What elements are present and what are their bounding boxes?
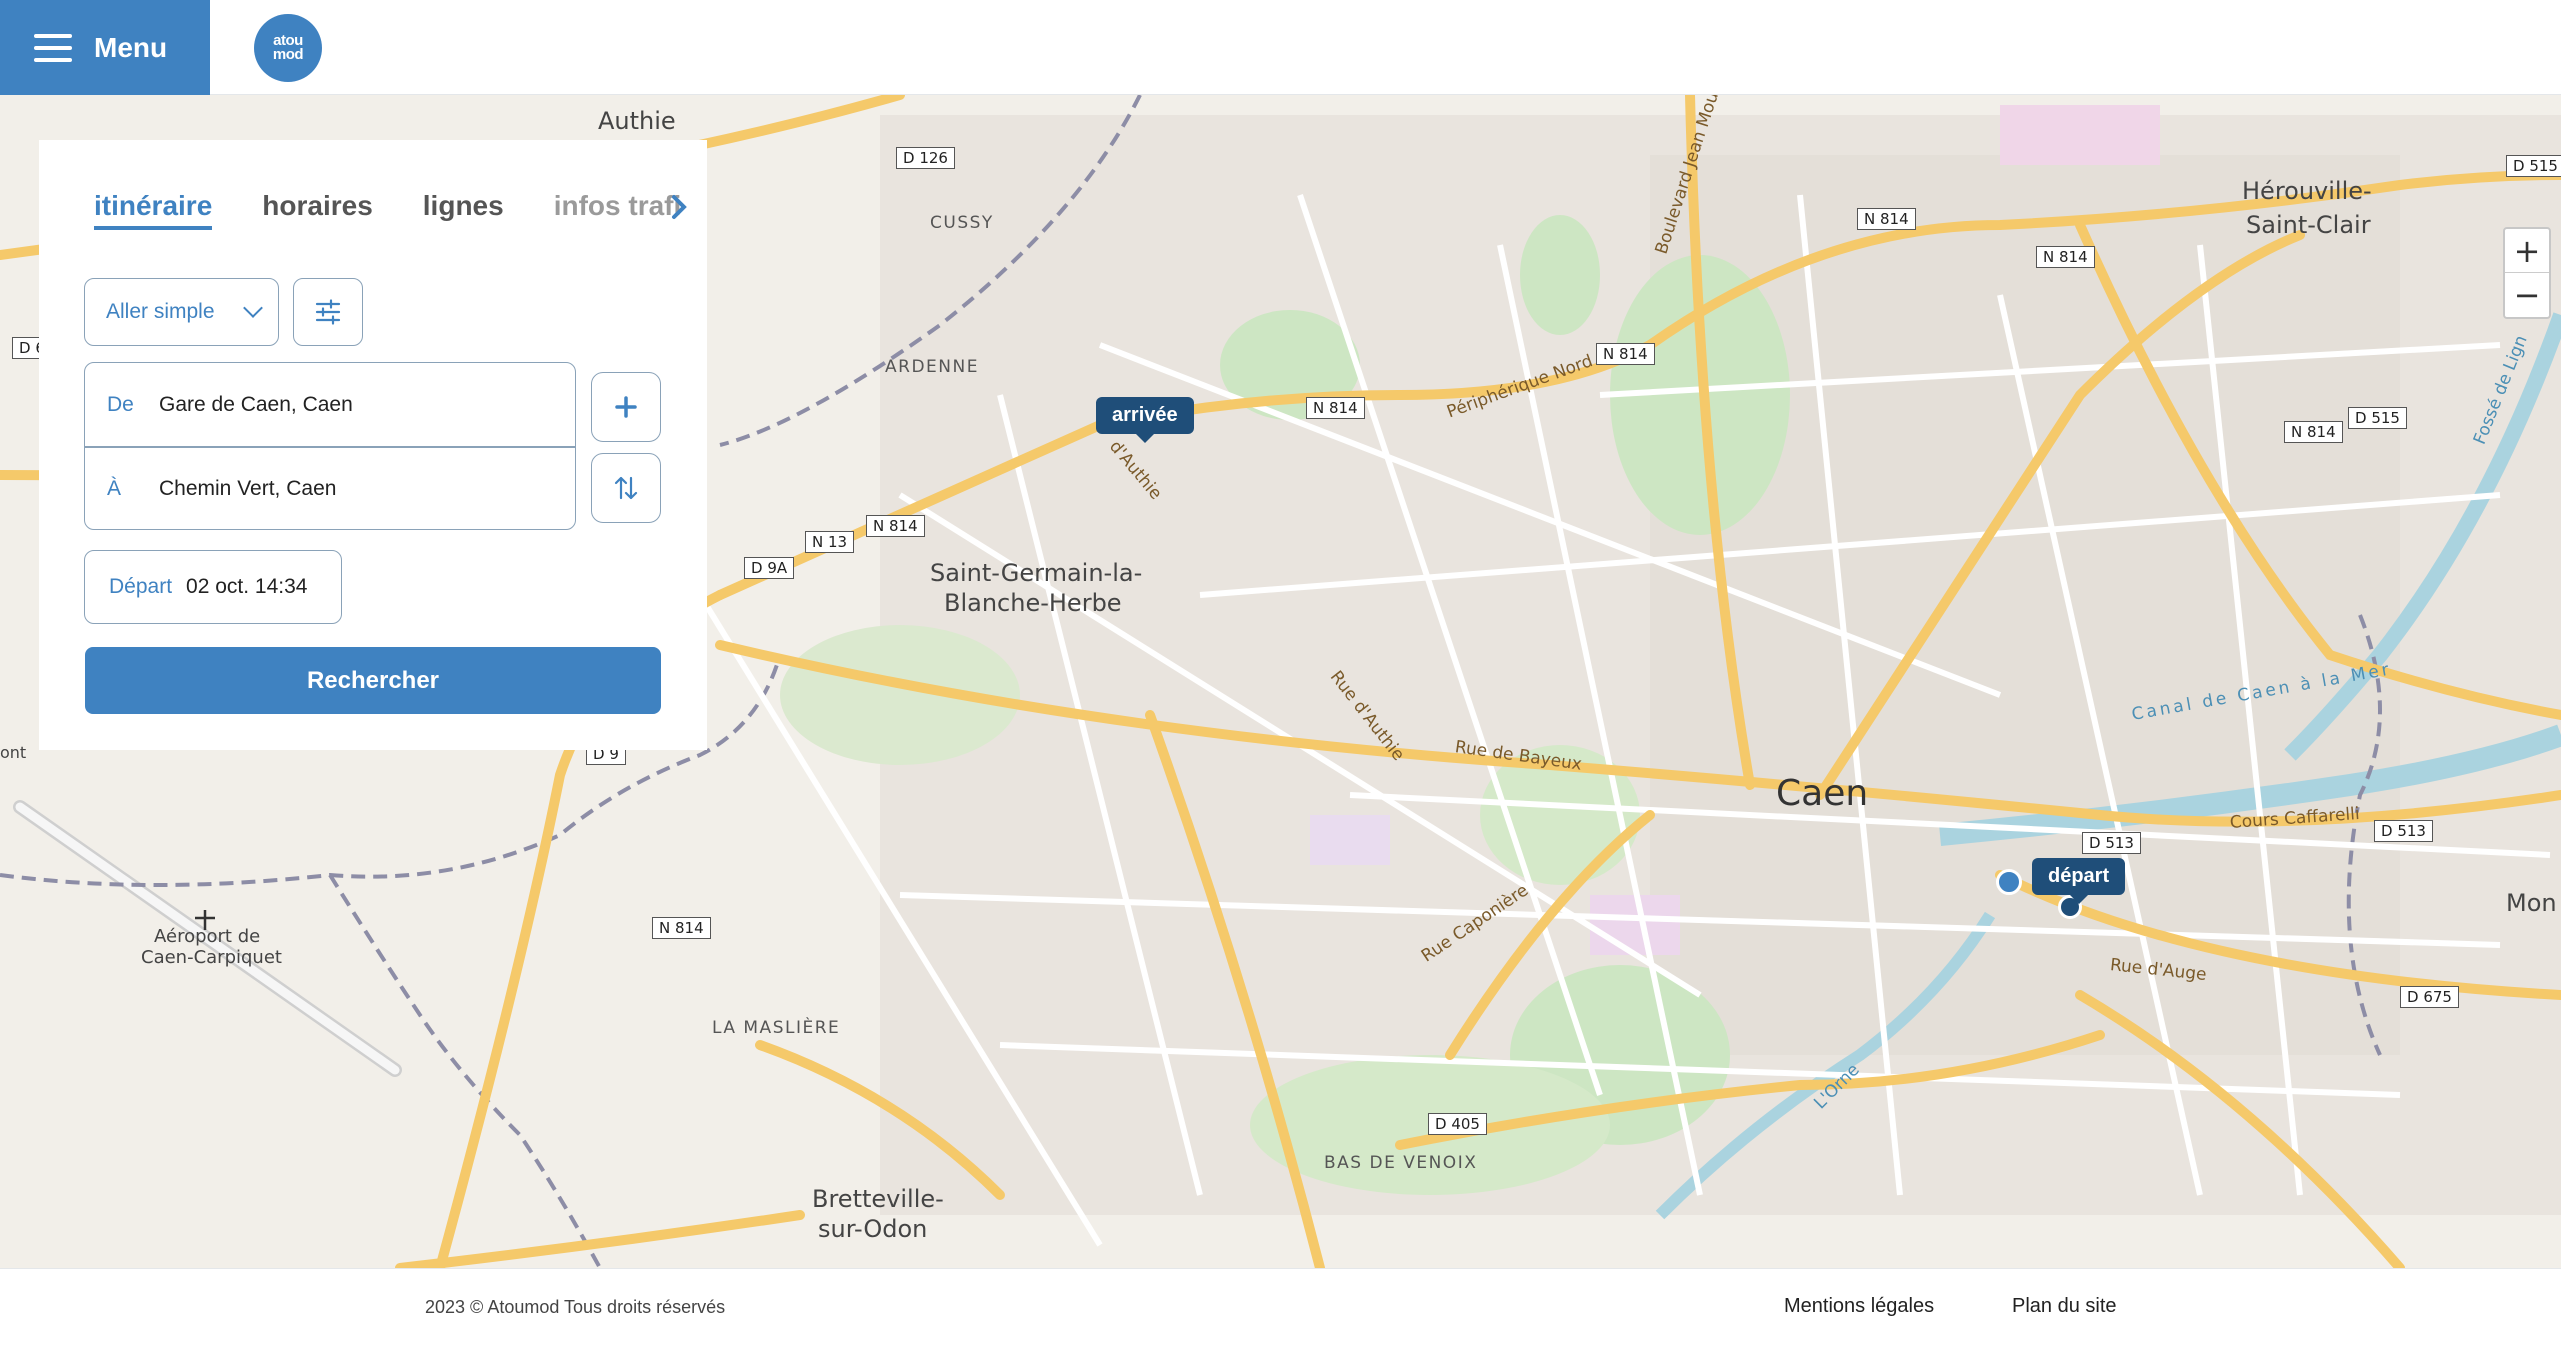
place-saint-germain-2: Blanche-Herbe [944, 589, 1122, 617]
departure-time-button[interactable]: Départ 02 oct. 14:34 [84, 550, 342, 624]
swap-arrows-icon [614, 476, 638, 500]
shield-n814: N 814 [1596, 343, 1655, 365]
place-caen: Caen [1776, 773, 1869, 814]
shield-n814: N 814 [2036, 246, 2095, 268]
place-herouville-1: Hérouville- [2242, 177, 2372, 205]
add-via-button[interactable] [591, 372, 661, 442]
options-button[interactable] [293, 278, 363, 346]
place-cussy: CUSSY [930, 213, 994, 233]
place-ardenne: ARDENNE [885, 357, 979, 377]
shield-d9a: D 9A [744, 557, 795, 579]
shield-n13: N 13 [805, 531, 855, 553]
tabs-next-arrow-icon[interactable] [669, 192, 695, 222]
shield-d675: D 675 [2400, 986, 2459, 1008]
bus-stop-icon[interactable] [1996, 869, 2022, 895]
planner-tabs: itinéraire horaires lignes infos trafi [94, 190, 682, 230]
plus-icon [615, 396, 637, 418]
shield-d405: D 405 [1428, 1113, 1487, 1135]
trip-type-select[interactable]: Aller simple [84, 278, 279, 346]
place-herouville-2: Saint-Clair [2246, 211, 2371, 239]
shield-n814: N 814 [866, 515, 925, 537]
journey-planner-panel: itinéraire horaires lignes infos trafi A… [39, 140, 707, 750]
origin-value: Gare de Caen, Caen [159, 393, 353, 416]
departure-marker[interactable]: départ [2032, 858, 2126, 904]
shield-n814: N 814 [652, 917, 711, 939]
destination-key: À [107, 477, 122, 500]
legal-notice-link[interactable]: Mentions légales [1784, 1295, 1934, 1318]
departure-datetime: 02 oct. 14:34 [186, 575, 308, 598]
menu-button[interactable]: Menu [0, 0, 210, 95]
tab-lignes[interactable]: lignes [423, 190, 504, 222]
footer: 2023 © Atoumod Tous droits réservés Ment… [0, 1268, 2561, 1346]
place-authie: Authie [598, 107, 676, 135]
shield-n814: N 814 [1306, 397, 1365, 419]
origin-key: De [107, 393, 134, 416]
logo-text-2: mod [272, 46, 304, 63]
tab-horaires[interactable]: horaires [262, 190, 373, 222]
zoom-out-button[interactable]: − [2505, 273, 2549, 317]
place-bas-de-venoix: BAS DE VENOIX [1324, 1153, 1478, 1173]
zoom-in-button[interactable]: + [2505, 229, 2549, 273]
shield-d513: D 513 [2082, 832, 2141, 854]
origin-field[interactable]: De Gare de Caen, Caen [85, 363, 575, 447]
shield-n814: N 814 [2284, 421, 2343, 443]
shield-d515: D 515 [2348, 407, 2407, 429]
destination-value: Chemin Vert, Caen [159, 477, 337, 500]
zoom-control: + − [2503, 227, 2551, 319]
tab-itineraire[interactable]: itinéraire [94, 190, 213, 230]
place-airport-1: Aéroport de [154, 926, 261, 947]
place-saint-germain-1: Saint-Germain-la- [930, 559, 1143, 587]
hamburger-icon [34, 33, 72, 62]
chevron-down-icon [243, 298, 263, 318]
shield-d126: D 126 [896, 147, 955, 169]
top-bar: Menu atou mod [0, 0, 2561, 95]
origin-destination-box: De Gare de Caen, Caen À Chemin Vert, Cae… [84, 362, 576, 530]
departure-key: Départ [109, 575, 173, 598]
search-button[interactable]: Rechercher [85, 647, 661, 714]
place-bretteville-1: Bretteville- [812, 1185, 944, 1213]
place-mon: Mon [2506, 889, 2557, 917]
sliders-icon [315, 299, 341, 325]
place-la-masliere: LA MASLIÈRE [712, 1018, 841, 1038]
place-bretteville-2: sur-Odon [818, 1215, 928, 1243]
shield-d513: D 513 [2374, 820, 2433, 842]
trip-type-value: Aller simple [106, 300, 215, 323]
place-ont: ont [0, 743, 27, 762]
atoumod-logo[interactable]: atou mod [254, 14, 322, 82]
menu-label: Menu [94, 31, 168, 63]
swap-button[interactable] [591, 453, 661, 523]
shield-d515: D 515 [2506, 155, 2561, 177]
copyright-text: 2023 © Atoumod Tous droits réservés [425, 1297, 726, 1317]
destination-field[interactable]: À Chemin Vert, Caen [85, 447, 575, 531]
sitemap-link[interactable]: Plan du site [2012, 1295, 2117, 1318]
shield-n814: N 814 [1857, 208, 1916, 230]
place-airport-2: Caen-Carpiquet [141, 947, 282, 968]
tab-infos-trafic[interactable]: infos trafi [554, 190, 682, 222]
arrival-marker[interactable]: arrivée [1096, 397, 1194, 443]
